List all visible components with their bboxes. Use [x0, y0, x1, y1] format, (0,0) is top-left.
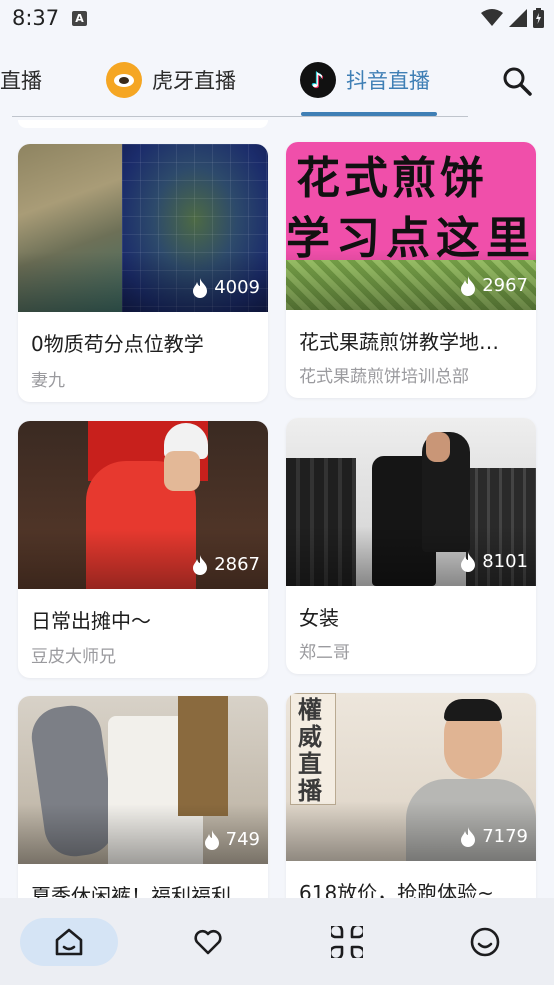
flame-icon [193, 277, 208, 298]
live-thumbnail: 權威直播 7179 [286, 693, 536, 861]
nav-home[interactable] [20, 918, 118, 966]
active-tab-indicator [301, 112, 437, 116]
flame-icon [461, 551, 476, 572]
nav-categories[interactable] [298, 918, 396, 966]
huya-icon [106, 62, 142, 98]
thumbnail-banner-text-2: 学习点这里 [286, 213, 536, 264]
bottom-navigation [0, 898, 554, 985]
tiktok-icon: ♪ [300, 62, 336, 98]
live-thumbnail: 4009 [18, 144, 268, 312]
viewer-count-value: 749 [225, 829, 260, 850]
card-author: 豆皮大师兄 [31, 647, 116, 667]
status-icons [481, 8, 544, 28]
card-author: 花式果蔬煎饼培训总部 [299, 367, 469, 387]
tab-label: 抖音直播 [346, 69, 430, 93]
nav-favorites[interactable] [159, 918, 257, 966]
live-card[interactable]: 2867 日常出摊中～ 豆皮大师兄 [18, 421, 268, 678]
signal-icon [509, 9, 527, 27]
live-card[interactable]: 4009 0物质苟分点位教学 妻九 [18, 144, 268, 402]
thumbnail-face [164, 451, 200, 491]
status-bar: 8:37 A [0, 0, 554, 38]
tab-label: 虎牙直播 [152, 69, 236, 93]
flame-icon [461, 826, 476, 847]
card-author: 郑二哥 [299, 643, 350, 663]
viewer-count: 749 [204, 829, 260, 850]
card-title: 日常出摊中～ [31, 609, 151, 633]
tab-huya[interactable]: 虎牙直播 [106, 48, 236, 112]
categories-icon [331, 926, 363, 958]
live-thumbnail: 2867 [18, 421, 268, 589]
live-card[interactable]: 749 夏季休闲裤！福利福利 [18, 696, 268, 898]
viewer-count-value: 2867 [214, 554, 260, 575]
live-thumbnail: 花式煎饼 学习点这里 2967 [286, 142, 536, 310]
heart-icon [194, 929, 222, 955]
wifi-icon [481, 9, 503, 26]
battery-icon [533, 8, 544, 28]
smiley-icon [470, 927, 500, 957]
live-card[interactable]: 8101 女装 郑二哥 [286, 418, 536, 674]
viewer-count-value: 8101 [482, 551, 528, 572]
card-title: 夏季休闲裤！福利福利 [31, 884, 231, 898]
notification-a-icon: A [72, 11, 87, 26]
viewer-count: 4009 [192, 277, 260, 298]
tab-partial[interactable]: 直播 [0, 48, 44, 112]
flame-icon [461, 275, 476, 296]
card-title: 花式果蔬煎饼教学地… [299, 330, 499, 354]
card-author: 妻九 [31, 371, 65, 391]
nav-profile[interactable] [436, 918, 534, 966]
viewer-count: 8101 [460, 551, 528, 572]
thumbnail-bag [178, 696, 228, 816]
viewer-count: 2967 [460, 275, 528, 296]
tab-label: 直播 [0, 69, 42, 93]
viewer-count: 7179 [460, 826, 528, 847]
thumbnail-game-scene [18, 144, 122, 312]
card-peek [18, 120, 268, 128]
tab-divider [12, 116, 468, 117]
live-thumbnail: 749 [18, 696, 268, 864]
search-button[interactable] [500, 64, 534, 98]
viewer-count: 2867 [192, 554, 260, 575]
thumbnail-hair [444, 699, 502, 721]
flame-icon [193, 554, 208, 575]
flame-icon [204, 829, 219, 850]
thumbnail-face [426, 432, 450, 462]
search-icon [503, 67, 532, 96]
status-time: 8:37 [12, 6, 60, 30]
viewer-count-value: 4009 [214, 277, 260, 298]
card-title: 0物质苟分点位教学 [31, 332, 204, 356]
card-title: 618放价，抢跑体验~ [299, 881, 494, 898]
home-icon [55, 928, 83, 956]
live-thumbnail: 8101 [286, 418, 536, 586]
card-title: 女装 [299, 606, 339, 630]
tab-douyin[interactable]: ♪ 抖音直播 [300, 48, 430, 112]
thumbnail-clothes-rack-left [286, 458, 356, 586]
thumbnail-sign-text: 權威直播 [298, 696, 322, 805]
thumbnail-arm [27, 701, 119, 861]
platform-tabs: 直播 虎牙直播 ♪ 抖音直播 [0, 48, 554, 118]
live-room-grid: 4009 0物质苟分点位教学 妻九 花式煎饼 学习点这里 2967 花式果蔬煎饼… [0, 120, 554, 898]
live-card[interactable]: 權威直播 7179 618放价，抢跑体验~ [286, 693, 536, 898]
thumbnail-person [406, 779, 536, 861]
viewer-count-value: 2967 [482, 275, 528, 296]
thumbnail-banner-text-1: 花式煎饼 [296, 153, 488, 204]
viewer-count-value: 7179 [482, 826, 528, 847]
live-card[interactable]: 花式煎饼 学习点这里 2967 花式果蔬煎饼教学地… 花式果蔬煎饼培训总部 [286, 142, 536, 398]
